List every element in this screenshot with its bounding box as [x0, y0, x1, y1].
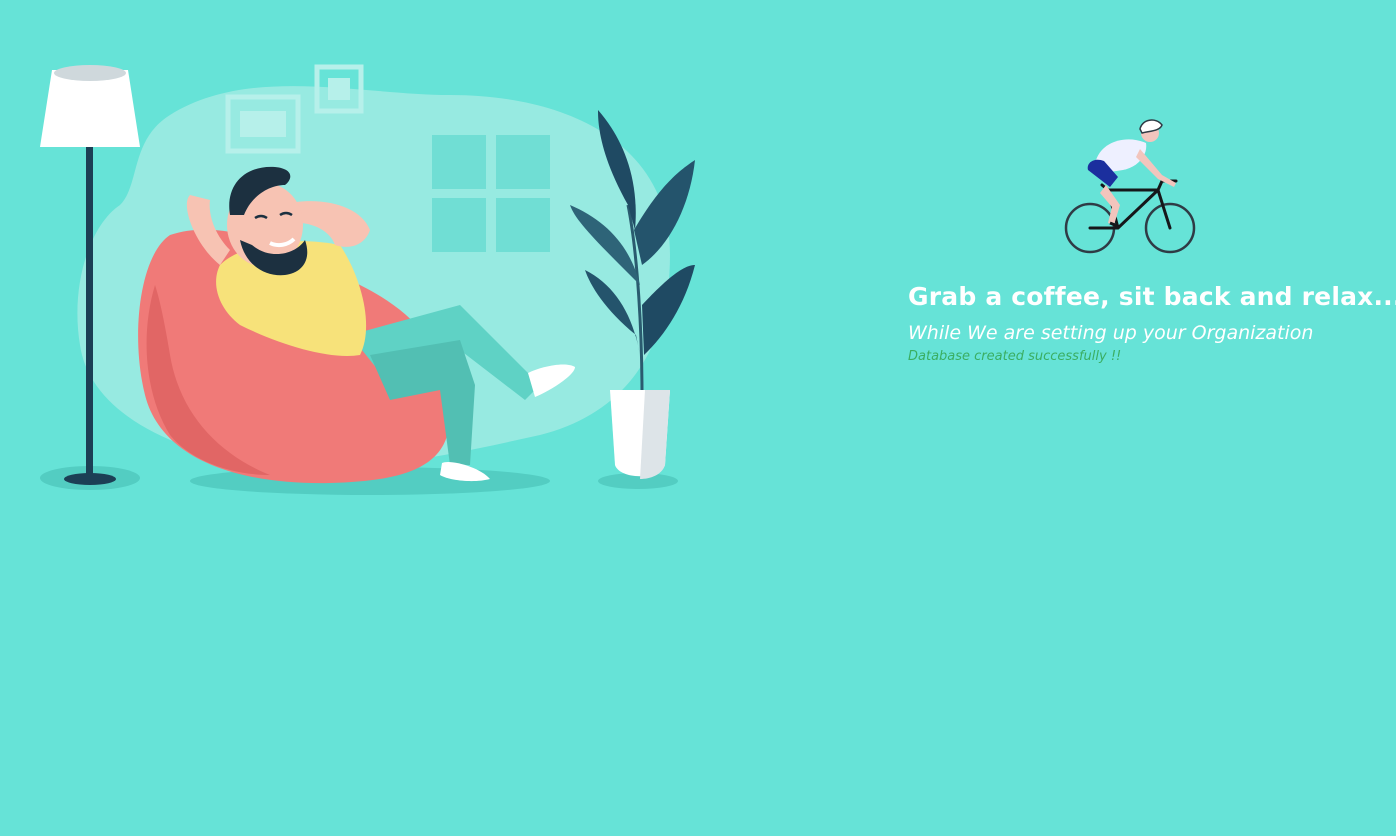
subline-text: While We are setting up your Organizatio… [908, 322, 1314, 344]
cyclist-loading-icon [1064, 119, 1196, 254]
relaxing-man-illustration [40, 64, 695, 495]
setup-loading-page: Grab a coffee, sit back and relax.... Wh… [0, 0, 1396, 836]
setup-message: Grab a coffee, sit back and relax.... Wh… [908, 280, 1396, 366]
status-text: Database created successfully !! [908, 349, 1122, 364]
headline-text: Grab a coffee, sit back and relax.... [908, 282, 1396, 311]
